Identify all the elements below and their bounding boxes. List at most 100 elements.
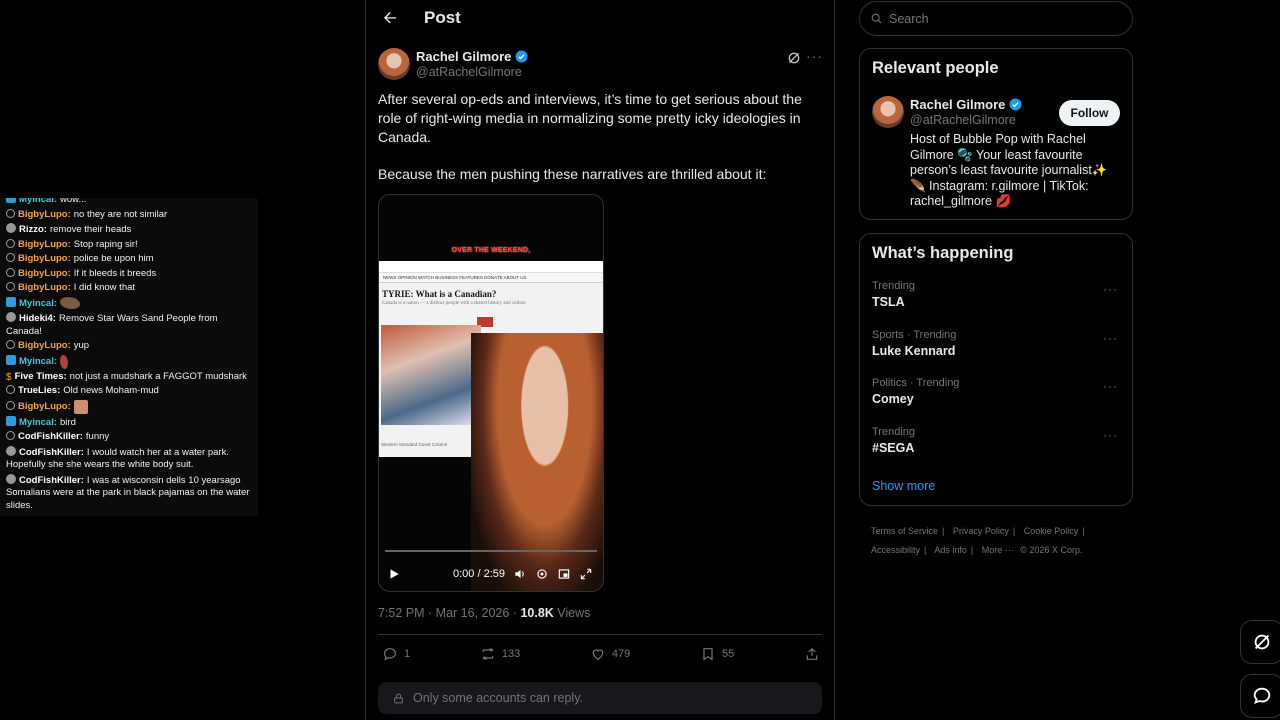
user-badge-icon xyxy=(6,401,15,411)
more-options-icon[interactable]: ··· xyxy=(1103,331,1118,345)
share-button[interactable] xyxy=(804,646,820,662)
user-badge-icon xyxy=(6,445,16,456)
more-options-icon[interactable]: ··· xyxy=(1103,282,1118,296)
chat-text: not just a mudshark a FAGGOT mudshark xyxy=(69,370,247,382)
mod-badge-icon xyxy=(6,198,16,203)
user-badge-icon xyxy=(6,267,15,277)
heart-icon xyxy=(592,649,604,661)
show-more-link[interactable]: Show more xyxy=(872,479,935,493)
chat-message: CodFishKiller: I was at wisconsin dells 1… xyxy=(0,473,258,514)
chat-username[interactable]: BigbyLupo: xyxy=(18,401,71,412)
more-options-icon[interactable]: ··· xyxy=(1103,428,1118,442)
picture-in-picture-icon[interactable] xyxy=(557,567,571,581)
grok-floating-button[interactable] xyxy=(1240,620,1280,664)
chat-username[interactable]: TrueLies: xyxy=(18,385,60,396)
user-badge-icon xyxy=(6,385,15,395)
user-badge-icon xyxy=(6,431,15,441)
reply-button[interactable]: 1 xyxy=(382,646,410,662)
chat-message: BigbyLupo: no they are not similar xyxy=(0,208,258,223)
grok-icon xyxy=(1254,634,1270,650)
post-actions: 1 133 479 55 xyxy=(382,644,820,664)
chat-username[interactable]: Myincal: xyxy=(19,417,57,428)
back-arrow-icon[interactable] xyxy=(380,8,400,28)
avatar[interactable] xyxy=(872,96,904,128)
author-name[interactable]: Rachel Gilmore xyxy=(416,49,511,64)
volume-icon[interactable] xyxy=(513,567,527,581)
article-photo xyxy=(381,325,481,425)
trend-item[interactable]: Sports · Trending Luke Kennard ··· xyxy=(872,329,1120,369)
chat-username[interactable]: CodFishKiller: xyxy=(18,431,83,442)
relevant-person-name[interactable]: Rachel Gilmore xyxy=(910,97,1005,112)
search-input[interactable] xyxy=(889,11,1109,26)
user-badge-icon xyxy=(6,208,15,218)
chat-message: TrueLies: Old news Moham-mud xyxy=(0,384,258,399)
settings-gear-icon[interactable] xyxy=(535,567,549,581)
chat-text: I did know that xyxy=(73,282,136,293)
trend-item[interactable]: Trending #SEGA ··· xyxy=(872,426,1120,466)
author-name-row[interactable]: Rachel Gilmore xyxy=(416,49,528,64)
divider xyxy=(378,634,822,635)
emote-icon xyxy=(60,296,81,309)
chat-username[interactable]: Myincal: xyxy=(19,298,57,309)
video-player[interactable]: OVER THE WEEKEND, NEWS OPINION WATCH BUS… xyxy=(378,194,604,592)
post-paragraph: Because the men pushing these narratives… xyxy=(378,166,767,182)
trend-name: #SEGA xyxy=(872,441,915,455)
verified-badge-icon xyxy=(515,50,528,63)
article-headline: TYRIE: What is a Canadian? xyxy=(382,289,497,299)
chat-username[interactable]: CodFishKiller: xyxy=(19,447,84,458)
footer-link-ads-info[interactable]: Ads info xyxy=(934,545,967,555)
trend-item[interactable]: Politics · Trending Comey ··· xyxy=(872,377,1120,417)
more-options-icon[interactable]: ··· xyxy=(1103,379,1118,393)
chat-username[interactable]: CodFishKiller: xyxy=(19,475,84,486)
bookmark-button[interactable]: 55 xyxy=(700,646,734,662)
follow-button[interactable]: Follow xyxy=(1059,100,1120,126)
relevant-person-handle[interactable]: @atRachelGilmore xyxy=(910,113,1016,127)
chat-username[interactable]: BigbyLupo: xyxy=(18,282,71,293)
like-button[interactable]: 479 xyxy=(590,646,630,662)
trend-name: TSLA xyxy=(872,295,905,309)
emote-icon xyxy=(60,354,69,369)
chat-username[interactable]: BigbyLupo: xyxy=(18,209,71,220)
chat-username[interactable]: Five Times: xyxy=(15,371,67,382)
chat-username[interactable]: Myincal: xyxy=(19,198,57,205)
relevant-people-card: Relevant people Rachel Gilmore @atRachel… xyxy=(859,48,1133,220)
repost-button[interactable]: 133 xyxy=(480,646,520,662)
relevant-person-name-row[interactable]: Rachel Gilmore xyxy=(910,97,1022,112)
trend-meta: Politics · Trending xyxy=(872,377,960,389)
footer-link-cookie[interactable]: Cookie Policy xyxy=(1024,526,1079,536)
trend-meta: Trending xyxy=(872,426,916,438)
mod-badge-icon xyxy=(6,355,16,366)
trend-meta: Trending xyxy=(872,280,916,292)
chat-username[interactable]: Hideki4: xyxy=(19,313,56,324)
chat-username[interactable]: Rizzo: xyxy=(19,224,47,235)
video-progress-bar[interactable] xyxy=(385,550,597,552)
chat-username[interactable]: BigbyLupo: xyxy=(18,239,71,250)
chat-message: BigbyLupo: If it bleeds it breeds xyxy=(0,267,258,282)
chat-message: BigbyLupo: I did know that xyxy=(0,281,258,296)
more-options-icon[interactable]: ··· xyxy=(806,48,822,64)
avatar[interactable] xyxy=(378,48,410,80)
grok-icon[interactable] xyxy=(786,50,802,66)
play-icon[interactable] xyxy=(387,567,401,581)
lock-icon xyxy=(394,693,403,703)
footer-links: Terms of Service | Privacy Policy | Cookie… xyxy=(871,526,1085,555)
search-box[interactable] xyxy=(859,1,1133,36)
chat-text: Stop raping sir! xyxy=(73,238,138,250)
footer-link-more[interactable]: More ··· xyxy=(982,545,1014,555)
post-text: After several op-eds and interviews, it’… xyxy=(378,90,818,184)
trend-item[interactable]: Trending TSLA ··· xyxy=(872,280,1120,320)
chat-username[interactable]: BigbyLupo: xyxy=(18,340,71,351)
fullscreen-icon[interactable] xyxy=(579,567,593,581)
footer-link-accessibility[interactable]: Accessibility xyxy=(871,545,920,555)
chat-username[interactable]: BigbyLupo: xyxy=(18,268,71,279)
views-label: Views xyxy=(553,606,591,620)
footer-link-terms[interactable]: Terms of Service xyxy=(871,526,938,536)
post-timestamp[interactable]: 7:52 PM · Mar 16, 2026 · xyxy=(378,606,520,620)
chat-username[interactable]: BigbyLupo: xyxy=(18,253,71,264)
chat-username[interactable]: Myincal: xyxy=(19,356,57,367)
chat-text: funny xyxy=(85,431,110,443)
author-handle[interactable]: @atRachelGilmore xyxy=(416,65,522,79)
video-caption: OVER THE WEEKEND, xyxy=(451,247,531,254)
messages-floating-button[interactable] xyxy=(1240,674,1280,718)
footer-link-privacy[interactable]: Privacy Policy xyxy=(953,526,1009,536)
